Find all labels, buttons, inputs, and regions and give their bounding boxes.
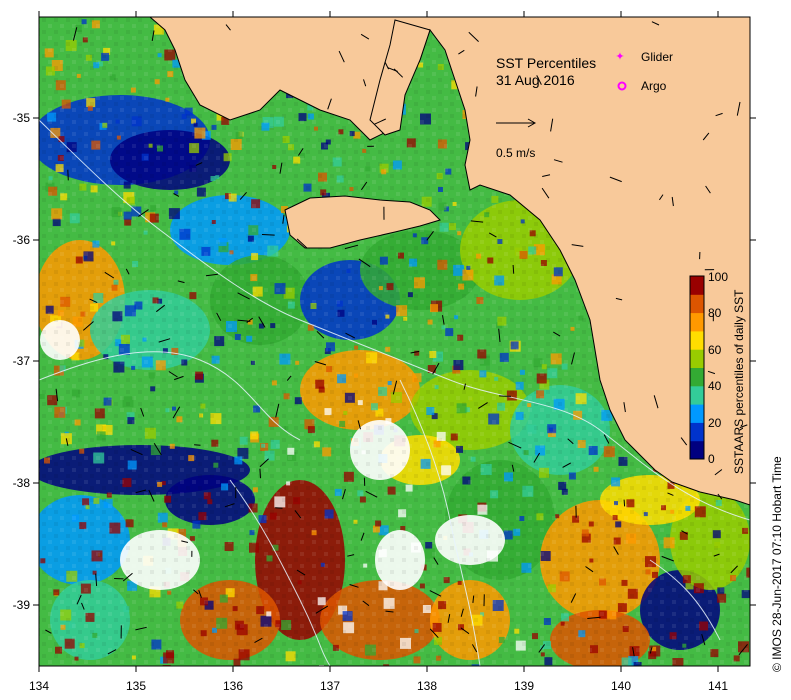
- x-tick-138: 138: [417, 679, 437, 693]
- x-tick-140: 140: [611, 679, 631, 693]
- colorbar-tick-0: 0: [708, 452, 715, 466]
- current-vector: [259, 468, 261, 479]
- colorbar-tick-20: 20: [708, 416, 722, 430]
- glider-legend-label: Glider: [641, 50, 673, 64]
- sst-pixel: [414, 665, 422, 666]
- y-tick-39: -39: [13, 598, 31, 612]
- colorbar-tick-40: 40: [708, 379, 722, 393]
- current-vector: [261, 234, 275, 236]
- colorbar-swatch: [690, 422, 704, 442]
- colorbar-swatch: [690, 349, 704, 368]
- map-plot-area: [39, 17, 750, 666]
- glider-marker-icon: ✦: [615, 50, 624, 63]
- x-tick-137: 137: [320, 679, 340, 693]
- y-tick-38: -38: [13, 476, 31, 490]
- x-tick-141: 141: [708, 679, 728, 693]
- argo-legend-label: Argo: [641, 79, 667, 93]
- colorbar-swatch: [690, 330, 704, 350]
- y-tick-37: -37: [13, 354, 31, 368]
- x-tick-135: 135: [126, 679, 146, 693]
- y-tick-36: -36: [13, 233, 31, 247]
- x-tick-134: 134: [29, 679, 49, 693]
- x-tick-136: 136: [223, 679, 243, 693]
- current-vector: [623, 499, 626, 507]
- colorbar-label: SSTAARS percentiles of daily SST: [732, 289, 746, 474]
- colorbar-tick-80: 80: [708, 306, 722, 320]
- colorbar-swatch: [690, 385, 704, 405]
- colorbar-swatch: [690, 312, 704, 332]
- colorbar-swatch: [690, 367, 704, 387]
- scale-arrow-label: 0.5 m/s: [496, 146, 535, 160]
- x-tick-139: 139: [514, 679, 534, 693]
- colorbar-tick-60: 60: [708, 343, 722, 357]
- imos-credit: © IMOS 28-Jun-2017 07:10 Hobart Time: [770, 456, 784, 672]
- sst-map-figure: 134 135 136 137 138 139 140 141 -35 -36 …: [13, 11, 784, 693]
- map-title: SST Percentiles: [496, 55, 596, 71]
- colorbar-swatch: [690, 276, 704, 295]
- map-date: 31 Aug 2016: [496, 72, 575, 88]
- colorbar-tick-100: 100: [708, 270, 728, 284]
- y-tick-35: -35: [13, 111, 31, 125]
- current-vector: [194, 444, 201, 446]
- colorbar-swatch: [690, 294, 704, 314]
- current-vector: [512, 264, 515, 274]
- colorbar-swatch: [690, 404, 704, 423]
- current-vector: [499, 395, 512, 397]
- colorbar-swatch: [690, 440, 704, 460]
- current-vector: [67, 169, 69, 181]
